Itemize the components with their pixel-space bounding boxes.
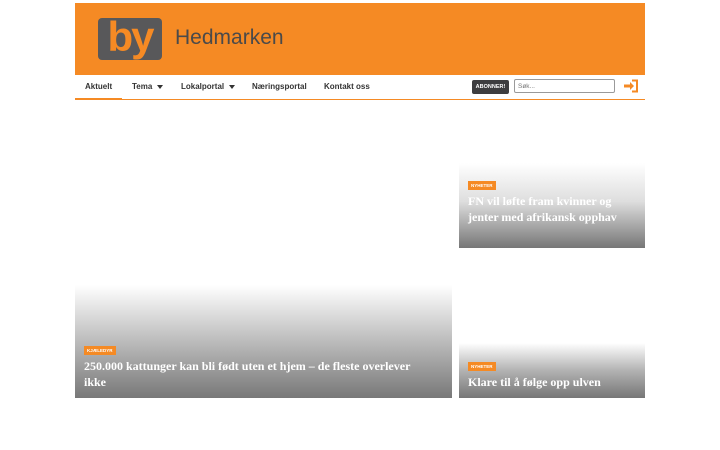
nav-item-aktuelt[interactable]: Aktuelt — [75, 75, 123, 100]
sign-in-icon[interactable] — [623, 79, 639, 93]
logo[interactable]: by — [98, 16, 162, 60]
article-title[interactable]: FN vil løfte fram kvinner og jenter med … — [468, 193, 640, 225]
site-name[interactable]: Hedmarken — [175, 26, 284, 50]
chevron-down-icon — [229, 84, 236, 89]
site-header: by Hedmarken — [75, 3, 645, 75]
nav-item-tema[interactable]: Tema — [132, 75, 164, 98]
category-tag[interactable]: NYHETER — [468, 181, 496, 190]
nav-item-label: Tema — [132, 82, 153, 91]
article-title[interactable]: Klare til å følge opp ulven — [468, 374, 640, 390]
subscribe-button[interactable]: ABONNER! — [472, 80, 509, 94]
search-input[interactable] — [514, 79, 615, 93]
nav-item-label: Kontakt oss — [324, 82, 370, 91]
article-card-kattunger[interactable]: KJÆLEDYR 250.000 kattunger kan bli født … — [75, 285, 452, 398]
nav-item-label: Næringsportal — [252, 82, 307, 91]
main-nav: Aktuelt Tema Lokalportal Næringsportal K… — [75, 75, 645, 100]
page-wrapper: by Hedmarken Aktuelt Tema Lokalportal Næ… — [75, 3, 645, 398]
category-tag[interactable]: NYHETER — [468, 362, 496, 371]
nav-item-label: Aktuelt — [85, 82, 113, 91]
article-card-ulven[interactable]: NYHETER Klare til å følge opp ulven — [459, 343, 645, 398]
nav-item-lokalportal[interactable]: Lokalportal — [181, 75, 236, 98]
article-title[interactable]: 250.000 kattunger kan bli født uten et h… — [84, 358, 434, 390]
chevron-down-icon — [157, 84, 164, 89]
nav-item-label: Lokalportal — [181, 82, 225, 91]
category-tag[interactable]: KJÆLEDYR — [84, 346, 116, 355]
nav-item-kontakt[interactable]: Kontakt oss — [324, 75, 370, 98]
nav-item-naeringsportal[interactable]: Næringsportal — [252, 75, 307, 98]
article-card-fn[interactable]: NYHETER FN vil løfte fram kvinner og jen… — [459, 163, 645, 248]
